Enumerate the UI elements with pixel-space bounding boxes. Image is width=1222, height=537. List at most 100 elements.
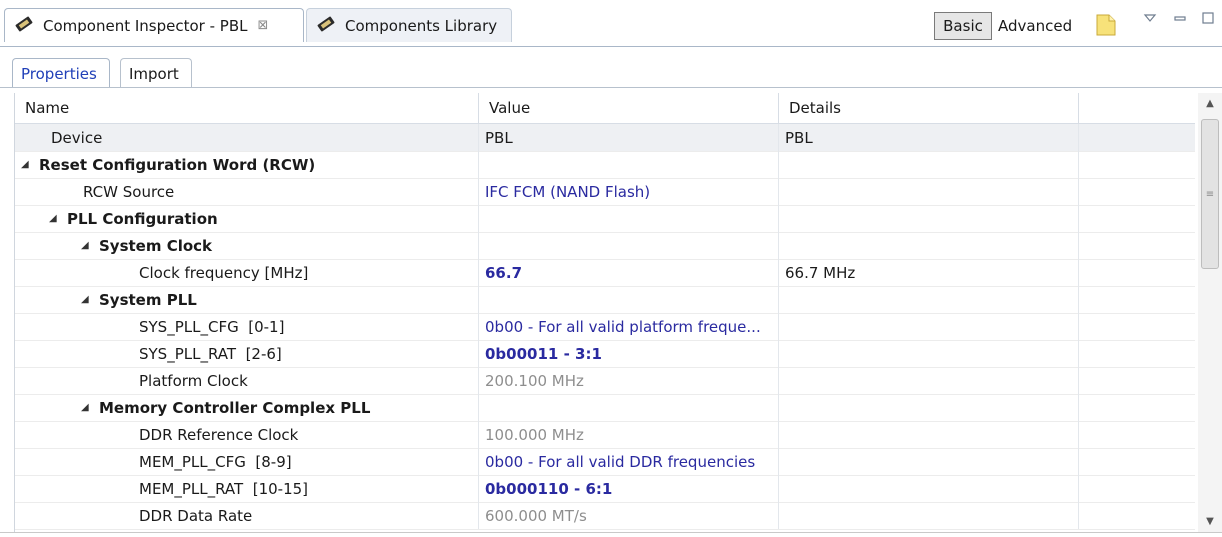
expand-triangle-icon[interactable]: ◢	[81, 240, 93, 251]
name-cell: MEM_PLL_RAT [10-15]	[15, 475, 479, 502]
filler-cell	[1079, 502, 1195, 529]
name-cell: Clock frequency [MHz]	[15, 259, 479, 286]
row-name: DDR Reference Clock	[139, 425, 299, 444]
details-cell	[779, 313, 1079, 340]
table-row[interactable]: SYS_PLL_RAT [2-6] 0b00011 - 3:1	[15, 340, 1195, 368]
tree-group-row[interactable]: ◢ Memory Controller Complex PLL	[15, 394, 1195, 422]
properties-table: Name Value Details Device PBL PBL ◢ Reset Co…	[14, 93, 1195, 533]
basic-mode-button[interactable]: Basic	[934, 12, 992, 40]
expand-triangle-icon[interactable]: ◢	[49, 213, 61, 224]
value-cell	[479, 151, 779, 178]
expand-triangle-icon[interactable]: ◢	[81, 294, 93, 305]
expand-triangle-icon[interactable]: ◢	[81, 402, 93, 413]
vertical-scrollbar[interactable]: ▲ ≡ ▼	[1198, 93, 1222, 533]
value-cell[interactable]: 66.7	[479, 259, 779, 286]
details-cell	[779, 340, 1079, 367]
scroll-up-arrow-icon[interactable]: ▲	[1198, 93, 1222, 113]
value-cell[interactable]: 0b00 - For all valid DDR frequencies	[479, 448, 779, 475]
value-cell[interactable]: 200.100 MHz	[479, 367, 779, 394]
row-name: MEM_PLL_RAT [10-15]	[139, 479, 309, 498]
row-name: PLL Configuration	[67, 209, 218, 228]
tree-group-row[interactable]: ◢ PLL Configuration	[15, 205, 1195, 233]
name-cell: ◢ Reset Configuration Word (RCW)	[15, 151, 479, 178]
table-row[interactable]: Clock frequency [MHz] 66.7 66.7 MHz	[15, 259, 1195, 287]
maximize-icon[interactable]	[1200, 10, 1216, 26]
tab-bar-divider	[0, 46, 1222, 47]
row-name: DDR Data Rate	[139, 506, 253, 525]
scroll-down-arrow-icon[interactable]: ▼	[1198, 511, 1222, 531]
tree-group-row[interactable]: ◢ System Clock	[15, 232, 1195, 260]
details-cell	[779, 475, 1079, 502]
value-cell[interactable]: 0b000110 - 6:1	[479, 475, 779, 502]
table-row[interactable]: MEM_PLL_RAT [10-15] 0b000110 - 6:1	[15, 475, 1195, 503]
filler-cell	[1079, 448, 1195, 475]
tab-import[interactable]: Import	[120, 58, 192, 88]
table-row[interactable]: MEM_PLL_CFG [8-9] 0b00 - For all valid DD…	[15, 448, 1195, 476]
details-cell	[779, 286, 1079, 313]
details-cell: 66.7 MHz	[779, 259, 1079, 286]
filler-cell	[1079, 286, 1195, 313]
filler-cell	[1079, 367, 1195, 394]
expand-triangle-icon[interactable]: ◢	[21, 159, 33, 170]
table-row[interactable]: Platform Clock 200.100 MHz	[15, 367, 1195, 395]
details-cell	[779, 232, 1079, 259]
filler-cell	[1079, 205, 1195, 232]
table-row[interactable]: DDR Reference Clock 100.000 MHz	[15, 421, 1195, 449]
name-cell: SYS_PLL_CFG [0-1]	[15, 313, 479, 340]
tree-group-row[interactable]: ◢ System PLL	[15, 286, 1195, 314]
name-cell: MEM_PLL_CFG [8-9]	[15, 448, 479, 475]
scrollbar-thumb[interactable]: ≡	[1201, 119, 1219, 269]
sub-tab-bar: Properties Import	[0, 52, 1222, 88]
tab-components-library[interactable]: Components Library	[306, 8, 512, 42]
row-name: MEM_PLL_CFG [8-9]	[139, 452, 292, 471]
details-cell	[779, 502, 1079, 529]
row-name: Reset Configuration Word (RCW)	[39, 155, 316, 174]
value-cell[interactable]: 100.000 MHz	[479, 421, 779, 448]
filler-cell	[1079, 394, 1195, 421]
column-header-filler	[1079, 93, 1195, 123]
name-cell: RCW Source	[15, 178, 479, 205]
filler-cell	[1079, 475, 1195, 502]
filler-cell	[1079, 313, 1195, 340]
table-row[interactable]: DDR Data Rate 600.000 MT/s	[15, 502, 1195, 530]
value-cell	[479, 394, 779, 421]
tab-component-inspector[interactable]: Component Inspector - PBL ⊠	[4, 8, 304, 42]
details-cell	[779, 178, 1079, 205]
value-cell[interactable]: PBL	[479, 124, 779, 151]
frame-bottom-border	[0, 532, 1222, 533]
table-row[interactable]: SYS_PLL_CFG [0-1] 0b00 - For all valid pl…	[15, 313, 1195, 341]
view-menu-icon[interactable]	[1142, 10, 1158, 26]
row-name: System Clock	[99, 236, 213, 255]
filler-cell	[1079, 178, 1195, 205]
new-note-icon[interactable]	[1094, 12, 1118, 38]
name-cell: Platform Clock	[15, 367, 479, 394]
column-header-name[interactable]: Name	[15, 93, 479, 123]
name-cell: ◢ System Clock	[15, 232, 479, 259]
value-cell	[479, 205, 779, 232]
tab-properties[interactable]: Properties	[12, 58, 110, 88]
value-cell[interactable]: 0b00011 - 3:1	[479, 340, 779, 367]
row-name: SYS_PLL_CFG [0-1]	[139, 317, 285, 336]
details-cell: PBL	[779, 124, 1079, 151]
component-tool-icon	[13, 14, 35, 38]
value-cell[interactable]: 600.000 MT/s	[479, 502, 779, 529]
sub-tab-divider	[0, 87, 1222, 88]
table-row[interactable]: RCW Source IFC FCM (NAND Flash)	[15, 178, 1195, 206]
minimize-icon[interactable]	[1172, 10, 1188, 26]
row-name: Platform Clock	[139, 371, 248, 390]
advanced-mode-button[interactable]: Advanced	[994, 12, 1078, 40]
table-row[interactable]: Device PBL PBL	[15, 124, 1195, 152]
tree-group-row[interactable]: ◢ Reset Configuration Word (RCW)	[15, 151, 1195, 179]
column-header-value[interactable]: Value	[479, 93, 779, 123]
details-cell	[779, 205, 1079, 232]
value-cell	[479, 232, 779, 259]
filler-cell	[1079, 259, 1195, 286]
value-cell[interactable]: IFC FCM (NAND Flash)	[479, 178, 779, 205]
row-name: Device	[51, 128, 103, 147]
row-name: SYS_PLL_RAT [2-6]	[139, 344, 282, 363]
details-cell	[779, 151, 1079, 178]
filler-cell	[1079, 421, 1195, 448]
close-tab-icon[interactable]: ⊠	[257, 18, 268, 33]
value-cell[interactable]: 0b00 - For all valid platform freque...	[479, 313, 779, 340]
column-header-details[interactable]: Details	[779, 93, 1079, 123]
